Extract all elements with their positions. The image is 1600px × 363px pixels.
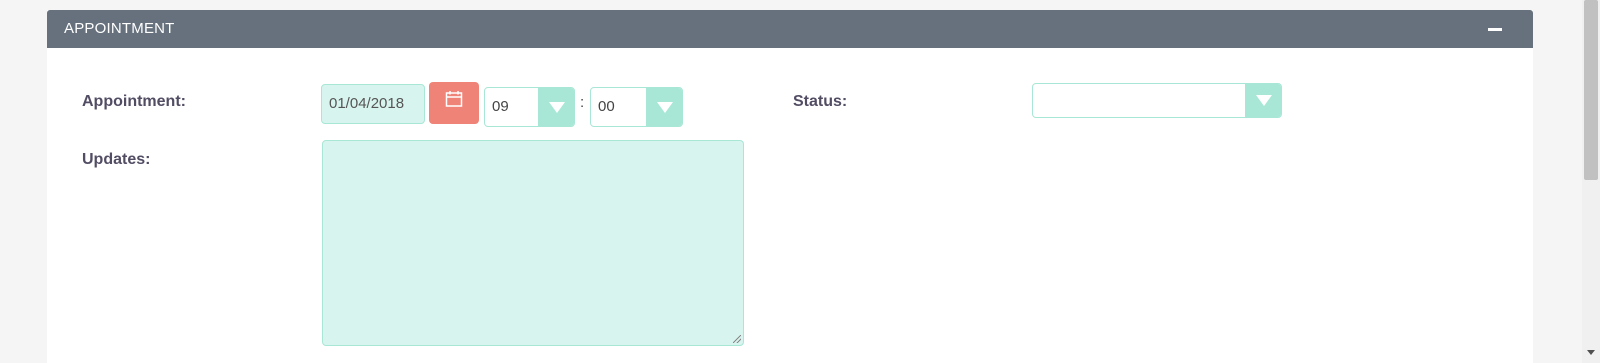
calendar-icon xyxy=(445,91,463,107)
updates-label: Updates: xyxy=(82,151,151,168)
appointment-panel: APPOINTMENT xyxy=(47,10,1533,363)
calendar-button[interactable] xyxy=(429,82,479,124)
scroll-down-arrow-icon[interactable] xyxy=(1587,350,1595,355)
status-dropdown-toggle[interactable] xyxy=(1245,84,1281,117)
appointment-label: Appointment: xyxy=(82,93,186,110)
chevron-down-icon xyxy=(549,102,565,113)
hour-value: 09 xyxy=(492,98,509,115)
hour-dropdown-toggle[interactable] xyxy=(538,88,574,126)
appointment-date-input[interactable]: 01/04/2018 xyxy=(321,84,425,124)
time-separator: : xyxy=(580,94,585,111)
minute-dropdown-toggle[interactable] xyxy=(646,88,682,126)
chevron-down-icon xyxy=(657,102,673,113)
minus-icon xyxy=(1488,28,1502,31)
resize-handle[interactable] xyxy=(733,335,741,343)
chevron-down-icon xyxy=(1256,95,1272,106)
scrollbar-thumb[interactable] xyxy=(1584,0,1598,180)
panel-title: APPOINTMENT xyxy=(64,20,175,37)
collapse-button[interactable] xyxy=(1485,10,1505,48)
vertical-scrollbar[interactable] xyxy=(1582,0,1600,363)
hour-select[interactable]: 09 xyxy=(484,87,575,127)
status-select[interactable] xyxy=(1032,83,1282,118)
updates-textarea[interactable] xyxy=(322,140,744,346)
minute-select[interactable]: 00 xyxy=(590,87,683,127)
minute-value: 00 xyxy=(598,98,615,115)
status-label: Status: xyxy=(793,93,848,110)
panel-header: APPOINTMENT xyxy=(47,10,1533,48)
